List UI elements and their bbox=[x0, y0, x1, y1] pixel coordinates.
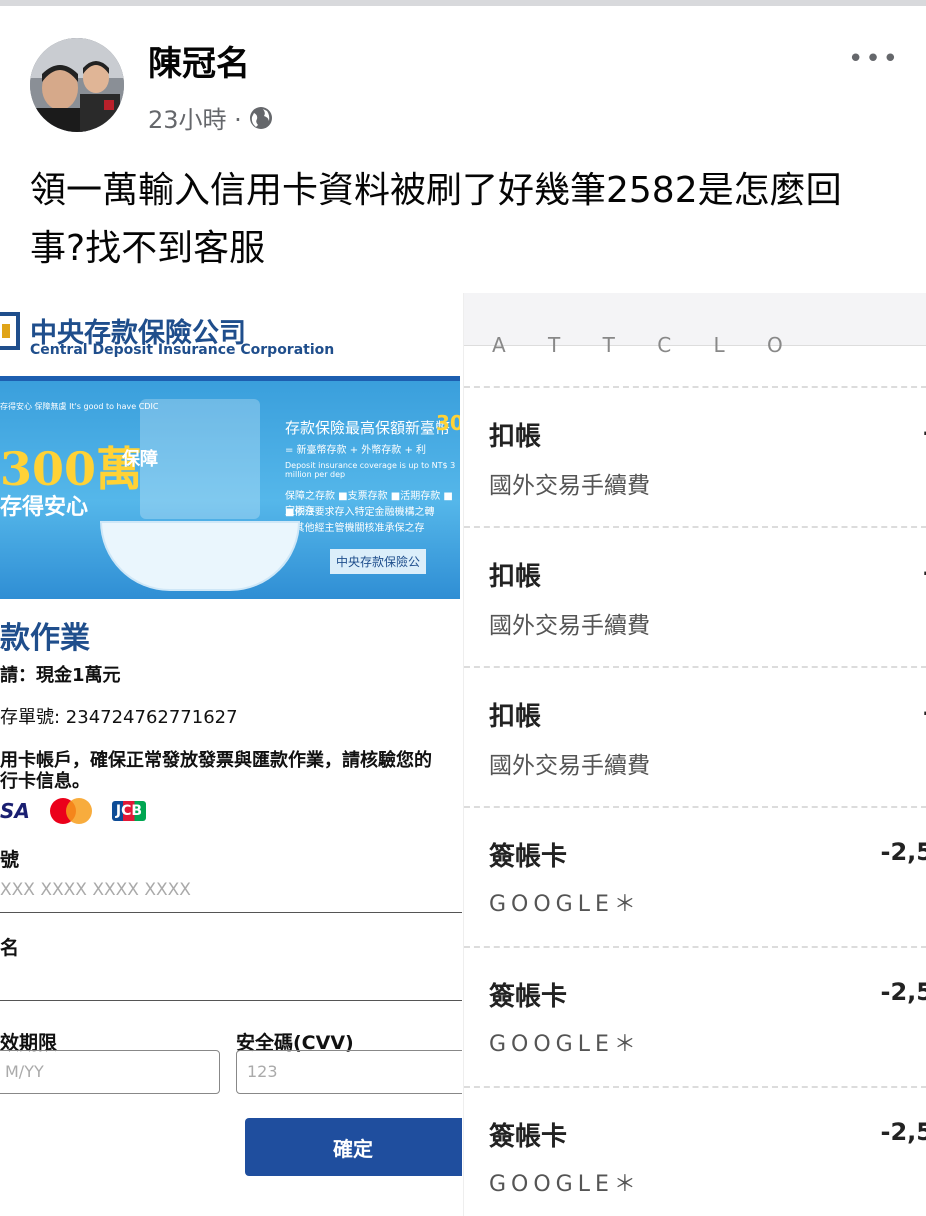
cdic-logo-en: Central Deposit Insurance Corporation bbox=[30, 342, 335, 358]
transaction-description: GOOGLE＊ bbox=[489, 1172, 641, 1197]
cdic-form-screenshot: 中央存款保險公司 Central Deposit Insurance Corpo… bbox=[0, 293, 462, 1216]
cvv-input[interactable]: 123 bbox=[236, 1050, 462, 1094]
visa-icon: SA bbox=[0, 799, 30, 823]
order-number: 存單號: 234724762771627 bbox=[0, 707, 238, 728]
banner-line-5: ■其他經主管機關核准承保之存 bbox=[285, 523, 425, 534]
transaction-item[interactable]: 簽帳卡 GOOGLE＊ -2,5 bbox=[464, 1086, 926, 1216]
avatar[interactable] bbox=[30, 38, 124, 132]
card-number-input[interactable]: XXX XXXX XXXX XXXX bbox=[0, 868, 462, 913]
banner-line-2: Deposit insurance coverage is up to NT$ … bbox=[285, 461, 456, 479]
hands-graphic bbox=[100, 521, 300, 591]
transaction-description: GOOGLE＊ bbox=[489, 1032, 641, 1057]
apply-amount: 請：現金1萬元 bbox=[0, 665, 121, 686]
banner-corner-logo: 中央存款保險公 bbox=[330, 549, 427, 574]
transaction-description: GOOGLE＊ bbox=[489, 892, 641, 917]
name-input[interactable] bbox=[0, 956, 462, 1001]
author-name[interactable]: 陳冠名 bbox=[148, 36, 250, 85]
post-meta: 23小時 · bbox=[148, 100, 274, 135]
banner-safe: 存得安心 bbox=[0, 494, 89, 520]
banner-top-text: 存得安心 保障無虞 It's good to have CDIC bbox=[0, 402, 159, 411]
transaction-description: 國外交易手續費 bbox=[489, 753, 650, 779]
card-logos: SA JCB bbox=[0, 798, 147, 824]
transaction-item[interactable]: 扣帳 國外交易手續費 - bbox=[464, 666, 926, 808]
form-title: 款作業 bbox=[0, 621, 90, 656]
transaction-title: 扣帳 bbox=[489, 422, 542, 452]
transaction-title: 扣帳 bbox=[489, 702, 542, 732]
banner-line-4: ■依法要求存入特定金融機構之轉 bbox=[285, 507, 435, 518]
post-time[interactable]: 23小時 · bbox=[148, 100, 242, 135]
banner-right-title: 存款保險最高保額新臺幣 bbox=[285, 419, 451, 437]
transaction-amount: -2,5 bbox=[880, 978, 926, 1006]
expiry-input[interactable]: M/YY bbox=[0, 1050, 220, 1094]
top-bar bbox=[0, 0, 926, 6]
transaction-title: 簽帳卡 bbox=[489, 982, 568, 1012]
confirm-button[interactable]: 確定 bbox=[245, 1118, 462, 1176]
banner-protect: 保障 bbox=[122, 449, 158, 470]
transaction-item[interactable]: 扣帳 國外交易手續費 - bbox=[464, 386, 926, 528]
transaction-amount: -2,5 bbox=[880, 838, 926, 866]
banner-line-1: = 新臺幣存款 + 外幣存款 + 利 bbox=[285, 445, 427, 456]
list-header: A T T C L O bbox=[464, 293, 926, 357]
mastercard-icon bbox=[49, 798, 92, 824]
transaction-description: 國外交易手續費 bbox=[489, 613, 650, 639]
banner-right-value: 30 bbox=[436, 411, 460, 435]
transactions-screenshot: A T T C L O 扣帳 國外交易手續費 - 扣帳 國外交易手續費 - 扣帳… bbox=[463, 293, 926, 1216]
more-icon[interactable]: ••• bbox=[848, 44, 900, 74]
cdic-logo-icon bbox=[0, 311, 20, 350]
house-graphic bbox=[140, 399, 260, 519]
transaction-item[interactable]: 簽帳卡 GOOGLE＊ -2,5 bbox=[464, 946, 926, 1088]
jcb-icon: JCB bbox=[111, 801, 147, 821]
promo-banner: 存得安心 保障無虞 It's good to have CDIC 300萬 保障… bbox=[0, 376, 460, 599]
transaction-title: 簽帳卡 bbox=[489, 842, 568, 872]
transaction-item[interactable]: 簽帳卡 GOOGLE＊ -2,5 bbox=[464, 806, 926, 948]
globe-icon bbox=[248, 105, 274, 131]
transaction-title: 簽帳卡 bbox=[489, 1122, 568, 1152]
cut-off-text: A T T C L O bbox=[492, 333, 801, 357]
transaction-title: 扣帳 bbox=[489, 562, 542, 592]
transaction-description: 國外交易手續費 bbox=[489, 473, 650, 499]
post-text: 領一萬輸入信用卡資料被刷了好幾筆2582是怎麼回事?找不到客服 bbox=[30, 170, 842, 269]
transaction-item[interactable]: 扣帳 國外交易手續費 - bbox=[464, 526, 926, 668]
notice-line-2: 行卡信息。 bbox=[0, 771, 90, 792]
transaction-amount: -2,5 bbox=[880, 1118, 926, 1146]
